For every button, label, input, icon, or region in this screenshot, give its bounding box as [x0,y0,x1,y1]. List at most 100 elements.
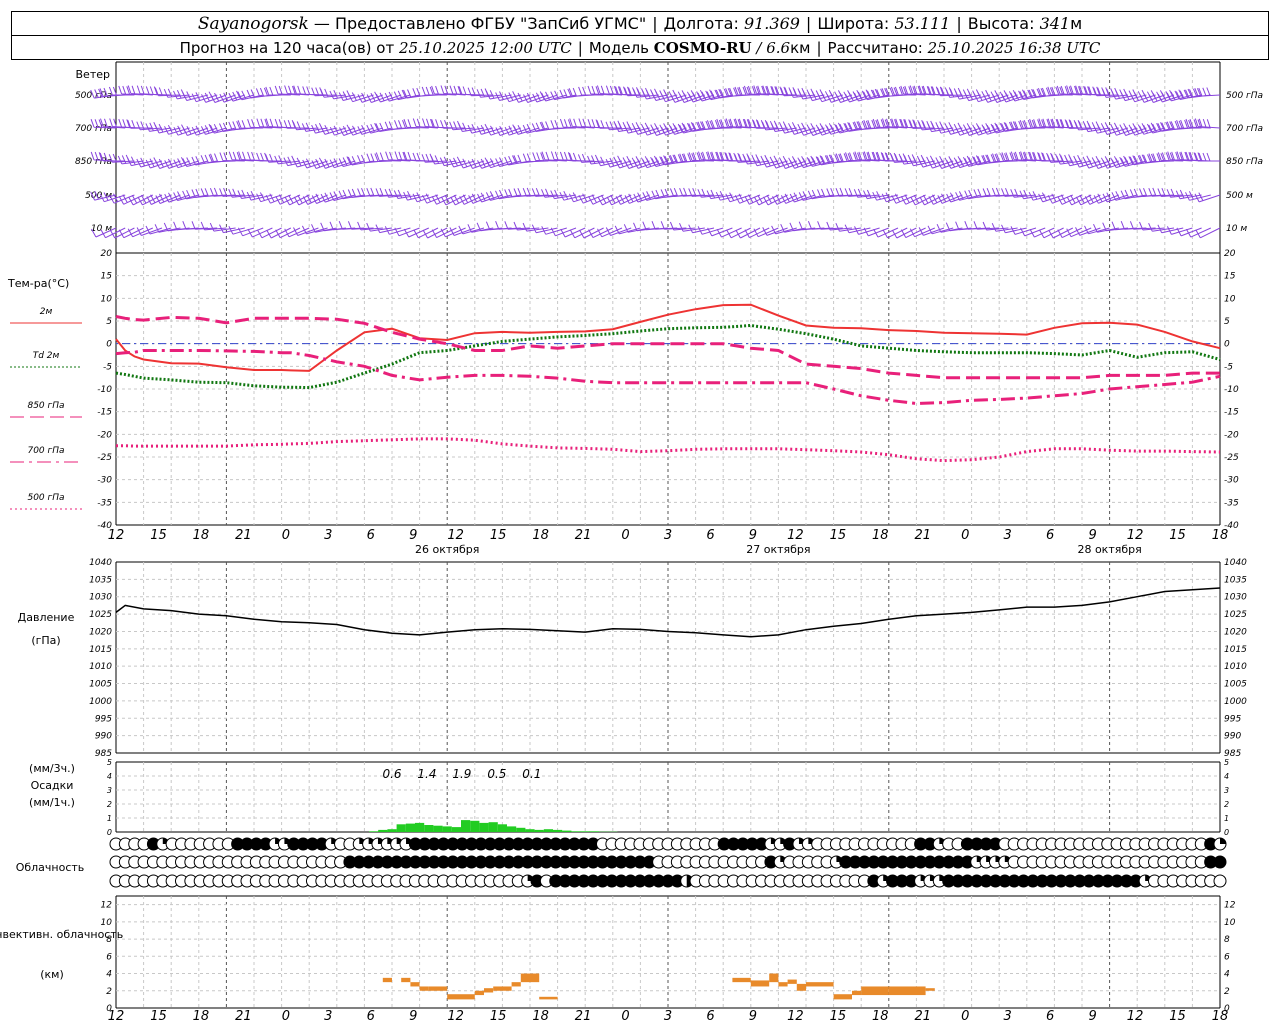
x-tick-label: 21 [914,1009,931,1024]
x-tick-label: 12 [787,528,804,543]
x-tick-label: 0 [961,1009,969,1024]
y-tick-label-left: 0 [106,340,112,350]
x-tick-label: 0 [282,1009,290,1024]
wind-barb [430,155,457,165]
y-tick-label-left: 1025 [89,610,112,620]
convective-bar [511,982,521,987]
y-tick-label-right: 4 [1224,970,1230,980]
cloud-circle-outline [1213,874,1227,888]
wind-barb [550,189,577,200]
y-tick-label-right: 1000 [1224,697,1247,707]
y-tick-label-left: 1030 [89,593,112,603]
precip-sum-label: 1.4 [417,767,436,781]
y-tick-label-right: 1010 [1224,662,1247,672]
precip-sum-label: 1.9 [452,767,471,781]
x-tick-label: 6 [367,528,375,543]
wind-barb [835,222,862,232]
x-tick-label: 21 [575,528,592,543]
wind-barb [476,88,503,98]
x-tick-label: 6 [706,1009,714,1024]
precip-bar [396,824,406,832]
wind-barb [302,86,328,96]
temperature-legend-label: 700 гПа [27,446,64,456]
x-tick-label: 0 [621,1009,629,1024]
y-tick-label-right: 2 [1224,800,1229,809]
y-tick-label-right: -35 [1224,498,1239,508]
y-tick-label-right: 1015 [1224,645,1247,655]
y-tick-label-left: 1005 [89,680,112,690]
y-tick-label-right: 990 [1224,732,1241,742]
x-tick-label: 3 [324,528,332,543]
convective-bar [382,977,392,983]
x-tick-label: 15 [150,1009,167,1024]
precip-bar [378,829,388,832]
x-tick-label: 18 [872,528,889,543]
y-tick-label-left: 3 [107,786,112,795]
y-tick-label-left: 1020 [89,627,112,637]
wind-barb [117,154,144,165]
y-tick-label-right: 5 [1224,758,1229,767]
convective-bar [806,982,834,987]
wind-barb [863,189,889,200]
precip-bar [433,825,443,832]
temperature-panel: 20 20 15 15 10 10 5 5 0 0 -5 -5 -10 -10 -15 -15 -20 -20 -2… [7,249,1239,556]
y-tick-label-left: 1000 [89,697,112,707]
x-tick-label: 15 [490,528,507,543]
wind-barb [522,222,549,232]
precip-bar [534,829,544,832]
x-tick-label: 15 [1169,528,1186,543]
precip-bar [461,820,471,832]
x-tick-label: 3 [664,528,672,543]
wind-barb [274,118,301,129]
x-tick-label: 12 [1127,1009,1144,1024]
x-tick-label: 3 [1004,1009,1012,1024]
precip-unit-3h: (мм/3ч.) [29,762,75,775]
x-tick-label: 18 [872,1009,889,1024]
wind-barb [458,122,485,132]
convective-title: Конвективн. облачность [0,928,123,941]
convective-bar [787,979,797,984]
wind-barb [136,85,163,96]
x-tick-label: 18 [532,528,549,543]
precip-bar [507,826,517,832]
x-tick-label: 21 [575,1009,592,1024]
wind-level-label-right: 850 гПа [1226,157,1263,167]
y-tick-label-left: 6 [106,952,112,962]
x-tick-label: 18 [1212,528,1229,543]
y-tick-label-left: -20 [97,430,112,440]
temperature-legend-label: 850 гПа [27,401,64,411]
wind-panel-title: Ветер [76,68,110,81]
cloud-circle-fill [1214,856,1226,868]
wind-barb [1148,222,1175,232]
y-tick-label-left: 4 [106,970,112,980]
convective-bar [428,986,438,991]
wind-barb [1019,88,1046,100]
convective-bar [769,973,779,983]
convective-bar [778,982,788,987]
wind-barb [274,155,301,165]
x-tick-label: 12 [108,1009,125,1024]
y-tick-label-right: 1030 [1224,593,1247,603]
x-tick-label: 18 [193,528,210,543]
y-tick-label-left: 10 [101,918,113,928]
y-tick-label-right: 1 [1224,814,1229,823]
wind-level-label-left: 10 м [91,224,112,234]
precip-bar [442,826,452,832]
x-tick-label: 0 [961,528,969,543]
wind-barb [145,121,172,132]
x-tick-label: 15 [1169,1009,1186,1024]
wind-barb [706,189,733,200]
y-tick-label-left: -35 [97,498,112,508]
y-tick-label-right: -20 [1224,430,1239,440]
precip-bar [516,827,526,832]
x-tick-label: 15 [150,528,167,543]
y-tick-label-right: 1005 [1224,680,1247,690]
y-tick-label-right: 1035 [1224,575,1247,585]
y-tick-label-right: -25 [1224,453,1239,463]
x-tick-label: 9 [409,528,417,543]
wind-barb [329,89,356,100]
precip-bar [562,830,572,832]
precip-bar [571,831,581,832]
x-tick-label: 12 [447,1009,464,1024]
wind-barbs-group [90,85,1221,239]
